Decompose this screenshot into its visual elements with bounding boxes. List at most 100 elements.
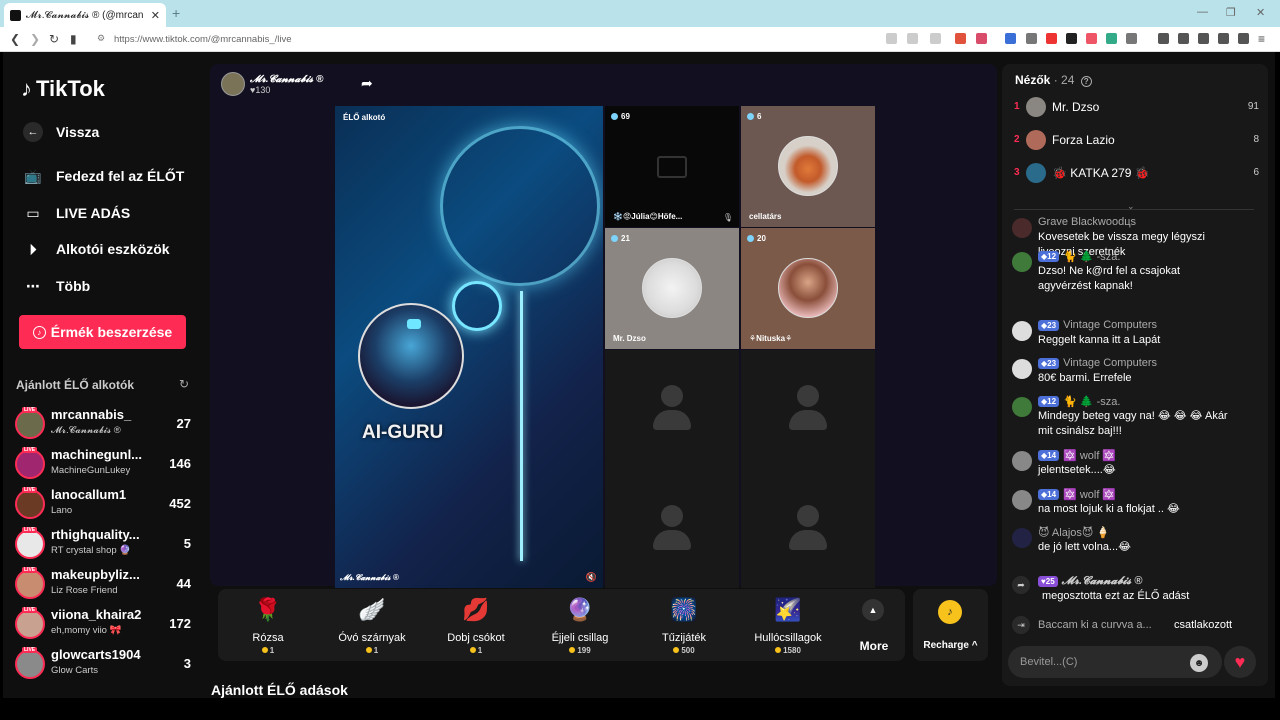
new-tab-icon[interactable]: + <box>172 5 180 21</box>
suggested-creator[interactable]: LIVE machinegunl... MachineGunLukey 146 <box>13 447 193 487</box>
chat-username[interactable]: 🐈 🌲 -sza. <box>1063 250 1120 263</box>
gift-item[interactable]: 🪽 Óvó szárnyak 1 <box>322 589 422 661</box>
chat-avatar[interactable] <box>1012 252 1032 272</box>
gift-item[interactable]: 💋 Dobj csókot 1 <box>426 589 526 661</box>
gift-price: 199 <box>530 646 630 655</box>
chat-avatar[interactable] <box>1012 397 1032 417</box>
expand-chevron-icon[interactable]: ⌄ <box>1127 201 1135 212</box>
site-info-icon[interactable]: ⚙ <box>97 33 105 44</box>
suggested-creator[interactable]: LIVE glowcarts1904 Glow Carts 3 <box>13 647 193 687</box>
browser-tab[interactable]: 𝓜𝓻.𝓒𝓪𝓷𝓷𝓪𝓫𝓲𝓼 ® (@mrcan ✕ <box>4 3 166 27</box>
zoom-icon[interactable] <box>907 33 918 44</box>
viewers-header[interactable]: Nézők · 24 ? <box>1015 73 1092 87</box>
top-viewer[interactable]: 3 🐞 KATKA 279 🐞 6 <box>1014 163 1259 185</box>
suggested-creator[interactable]: LIVE rthighquality... RT crystal shop 🔮 … <box>13 527 193 567</box>
guest-tile[interactable]: 69 ❄️😡Júlia😊Höfe... 🎙 <box>605 106 739 227</box>
chat-avatar[interactable] <box>1012 321 1032 341</box>
help-icon[interactable]: ? <box>1080 76 1092 87</box>
extension-icon[interactable] <box>1046 33 1057 44</box>
extension-icon[interactable] <box>1126 33 1137 44</box>
chat-username[interactable]: 🔯 wolf 🔯 <box>1063 449 1116 462</box>
person-icon <box>661 505 683 527</box>
tab-close-icon[interactable]: ✕ <box>151 9 160 22</box>
share-page-icon[interactable] <box>930 33 941 44</box>
maximize-icon[interactable]: ❐ <box>1226 6 1236 19</box>
empty-guest-slot[interactable] <box>605 350 739 470</box>
gift-item[interactable]: 🎆 Tűzijáték 500 <box>634 589 734 661</box>
creator-nickname: Lano <box>51 505 73 516</box>
nav-go-live[interactable]: ▭ LIVE ADÁS <box>23 203 130 223</box>
chat-username[interactable]: 🐈 🌲 -sza. <box>1063 395 1120 408</box>
top-viewer[interactable]: 2 Forza Lazio 8 <box>1014 130 1259 152</box>
music-icon[interactable] <box>1158 33 1169 44</box>
extension-icon[interactable] <box>1026 33 1037 44</box>
back-button[interactable]: ← Vissza <box>23 122 99 142</box>
recharge-button[interactable]: ♪ Recharge ^ <box>913 589 988 661</box>
nav-explore-live[interactable]: 📺 Fedezd fel az ÉLŐT <box>23 166 184 186</box>
chat-username[interactable]: 🔯 wolf 🔯 <box>1063 488 1116 501</box>
extension-icon[interactable] <box>1066 33 1077 44</box>
emoji-icon[interactable]: ☻ <box>1190 654 1208 672</box>
mute-icon[interactable]: 🔇 <box>586 572 597 583</box>
minimize-icon[interactable]: — <box>1197 6 1208 18</box>
gift-item[interactable]: 🔮 Éjjeli csillag 199 <box>530 589 630 661</box>
reload-icon[interactable]: ↻ <box>49 32 59 46</box>
suggested-creator[interactable]: LIVE viiona_khaira2 eh,momy viio 🎀 172 <box>13 607 193 647</box>
chat-avatar[interactable] <box>1012 490 1032 510</box>
chat-username[interactable]: Vintage Computers <box>1063 357 1157 369</box>
rewards-icon[interactable] <box>976 33 987 44</box>
extension-icon[interactable] <box>1086 33 1097 44</box>
chat-avatar[interactable] <box>1012 451 1032 471</box>
more-gifts-button[interactable]: ▲ More <box>849 589 899 661</box>
suggested-creator[interactable]: LIVE mrcannabis_ 𝓜𝓻.𝓒𝓪𝓷𝓷𝓪𝓫𝓲𝓼 ® 27 <box>13 407 193 447</box>
chat-avatar[interactable] <box>1012 528 1032 548</box>
empty-guest-slot[interactable] <box>741 350 875 470</box>
sidebar-toggle-icon[interactable] <box>1178 33 1189 44</box>
suggested-creator[interactable]: LIVE lanocallum1 Lano 452 <box>13 487 193 527</box>
gift-item[interactable]: 🌠 Hullócsillagok 1580 <box>738 589 838 661</box>
suggested-creator[interactable]: LIVE makeupbyliz... Liz Rose Friend 44 <box>13 567 193 607</box>
share-event-text: megosztotta ezt az ÉLŐ adást <box>1042 590 1190 602</box>
leo-icon[interactable] <box>1218 33 1229 44</box>
guest-tile[interactable]: 20 ⚘Nituska⚘ <box>741 228 875 349</box>
like-heart-button[interactable]: ♥ <box>1224 646 1256 678</box>
main-video[interactable]: ÉLŐ alkotó AI-GURU 𝓜𝓻.𝓒𝓪𝓷𝓷𝓪𝓫𝓲𝓼 ® 🔇 <box>335 106 603 588</box>
host-info[interactable]: 𝓜𝓻.𝓒𝓪𝓷𝓷𝓪𝓫𝓲𝓼 ® ♥130 <box>221 72 323 96</box>
forward-arrow-icon[interactable]: ❯ <box>30 32 40 46</box>
empty-guest-slot[interactable] <box>741 470 875 588</box>
nav-more[interactable]: ⋯ Több <box>23 276 90 296</box>
guest-tile[interactable]: 21 Mr. Dzso <box>605 228 739 349</box>
empty-guest-slot[interactable] <box>605 470 739 588</box>
refresh-icon[interactable]: ↻ <box>179 377 189 391</box>
brave-shield-icon[interactable] <box>955 33 966 44</box>
vpn-icon[interactable] <box>1238 33 1249 44</box>
menu-icon[interactable]: ≡ <box>1258 32 1265 46</box>
main-title: AI-GURU <box>362 422 444 443</box>
wallet-icon[interactable] <box>1198 33 1209 44</box>
gift-icon: 💋 <box>462 597 490 622</box>
chat-avatar[interactable] <box>1012 359 1032 379</box>
translate-icon[interactable] <box>886 33 897 44</box>
chat-username[interactable]: Vintage Computers <box>1063 319 1157 331</box>
tiktok-logo[interactable]: ♪ TikTok <box>21 76 105 102</box>
top-viewer[interactable]: 1 Mr. Dzso 91 <box>1014 97 1259 119</box>
bookmark-icon[interactable]: ▮ <box>70 32 77 46</box>
get-coins-button[interactable]: ♪ Érmék beszerzése <box>19 315 186 349</box>
gift-item[interactable]: 🌹 Rózsa 1 <box>218 589 318 661</box>
address-bar[interactable]: ⚙ https://www.tiktok.com/@mrcannabis_/li… <box>92 30 882 49</box>
chat-username[interactable]: Grave Blackwoodцs <box>1038 216 1136 228</box>
chat-avatar[interactable] <box>1012 218 1032 238</box>
extension-icon[interactable] <box>1106 33 1117 44</box>
host-avatar[interactable] <box>221 72 245 96</box>
tab-title: 𝓜𝓻.𝓒𝓪𝓷𝓷𝓪𝓫𝓲𝓼 ® (@mrcan <box>26 9 144 21</box>
back-arrow-icon[interactable]: ❮ <box>10 32 20 46</box>
guest-tile[interactable]: 6 cellatárs <box>741 106 875 227</box>
share-arrow-icon[interactable]: ➦ <box>361 75 373 92</box>
chat-username[interactable]: 😈 Alajos😈 🍦 <box>1038 526 1110 539</box>
more-label: More <box>859 639 889 653</box>
extension-icon[interactable] <box>1005 33 1016 44</box>
nav-creator-tools[interactable]: ⏵ Alkotói eszközök <box>23 239 170 259</box>
share-event-user[interactable]: 𝓜𝓻.𝓒𝓪𝓷𝓷𝓪𝓫𝓲𝓼 ® <box>1062 575 1143 588</box>
close-window-icon[interactable]: ✕ <box>1256 6 1265 19</box>
join-event-user[interactable]: Baccam ki a curvva a... <box>1038 619 1152 631</box>
